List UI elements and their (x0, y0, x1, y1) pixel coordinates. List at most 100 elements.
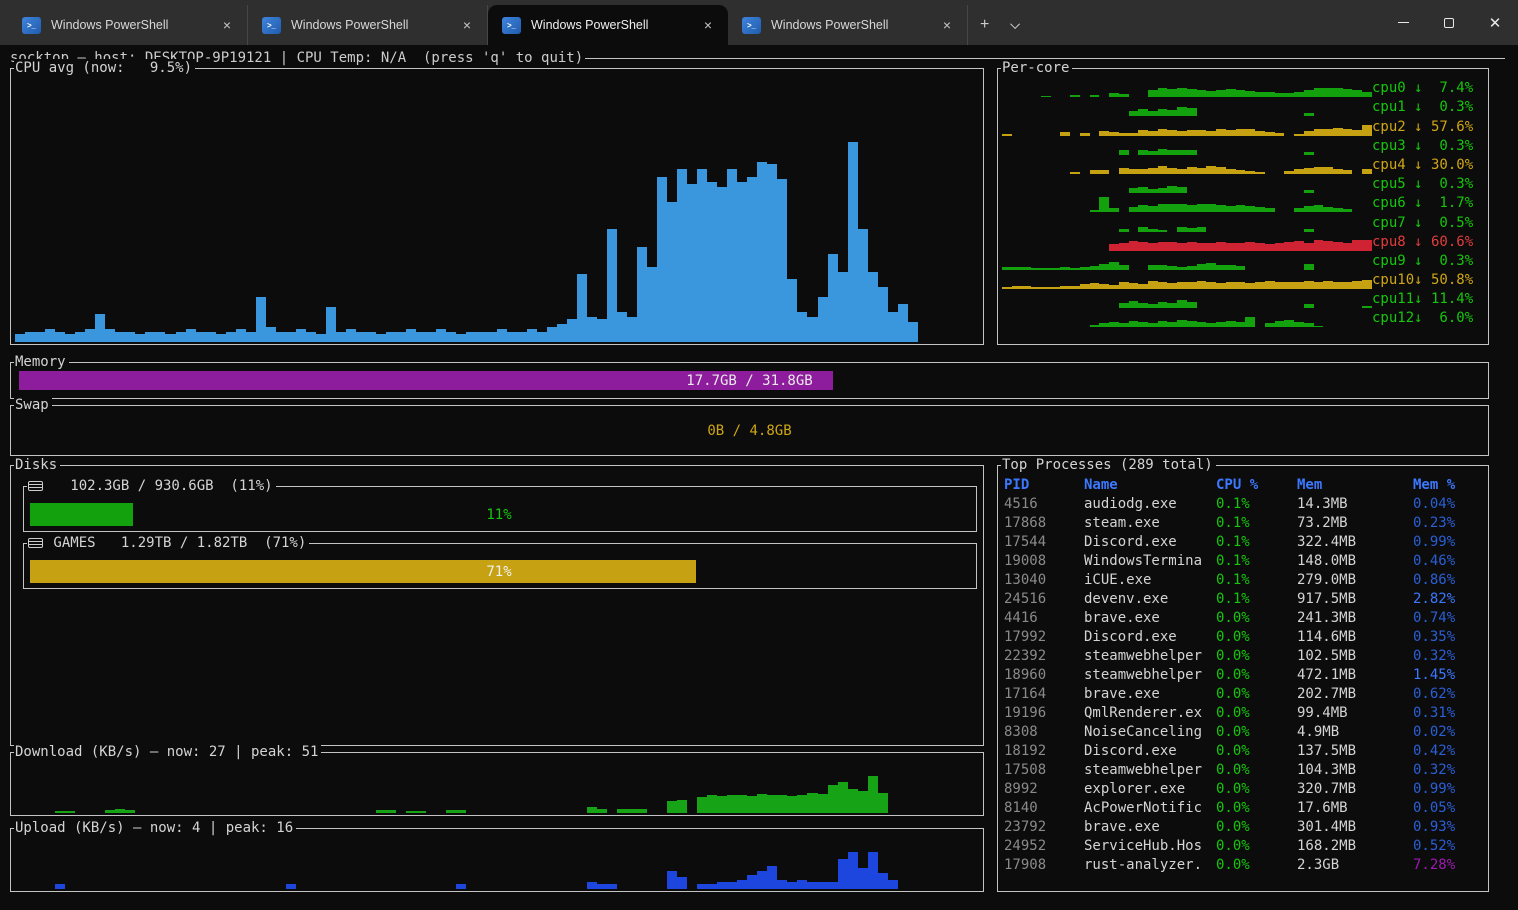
chart-bar (1236, 129, 1246, 136)
new-tab-button[interactable]: + (968, 5, 1001, 45)
powershell-icon: >_ (742, 17, 761, 34)
chart-bar (777, 880, 787, 889)
chart-bar (206, 332, 216, 342)
minimize-button[interactable] (1380, 0, 1426, 45)
process-table-body: 4516audiodg.exe0.1%14.3MB0.04%17868steam… (1004, 495, 1483, 875)
chart-bar (1177, 300, 1187, 308)
chart-bar (1138, 109, 1148, 116)
chart-bar (828, 254, 838, 342)
tab-windows-powershell-4[interactable]: >_Windows PowerShell× (728, 5, 968, 45)
chart-bar (868, 852, 878, 889)
process-mem-percent: 0.23% (1413, 514, 1483, 533)
disk-c-subpanel: 102.3GB / 930.6GB (11%) 11% (23, 486, 977, 532)
tab-close-button[interactable]: × (937, 17, 957, 33)
process-name: AcPowerNotific (1084, 799, 1216, 818)
chart-bar (677, 877, 687, 889)
cpu4-sparkline (1002, 155, 1372, 174)
process-pid: 8308 (1004, 723, 1084, 742)
tab-dropdown-button[interactable] (1001, 5, 1032, 45)
cpu8-sparkline (1002, 232, 1372, 251)
chart-bar (848, 789, 858, 813)
chart-bar (326, 307, 336, 342)
process-pid: 19008 (1004, 552, 1084, 571)
cpu10-sparkline (1002, 270, 1372, 289)
process-cpu-percent: 0.0% (1216, 628, 1297, 647)
process-name: steamwebhelper (1084, 647, 1216, 666)
chart-bar (1187, 167, 1197, 174)
process-row: 4416brave.exe0.0%241.3MB0.74% (1004, 609, 1483, 628)
tab-windows-powershell-2[interactable]: >_Windows PowerShell× (248, 5, 488, 45)
chart-bar (687, 184, 697, 342)
chart-bar (1197, 90, 1207, 97)
chart-bar (627, 809, 637, 813)
chart-bar (95, 314, 105, 342)
maximize-button[interactable] (1426, 0, 1472, 45)
chart-bar (1109, 262, 1119, 270)
chart-bar (1129, 321, 1139, 327)
per-core-rows: cpu0 ↓ 7.4%cpu1 ↓ 0.3%cpu2 ↓ 57.6%cpu3 ↓… (1002, 78, 1484, 340)
memory-gauge: 17.7GB / 31.8GB (19, 371, 1480, 390)
chart-bar (125, 332, 135, 342)
chart-bar (697, 169, 707, 342)
process-row: 17908rust-analyzer.0.0%2.3GB7.28% (1004, 856, 1483, 875)
chart-bar (1265, 281, 1275, 289)
chart-bar (737, 182, 747, 342)
chart-bar (767, 164, 777, 342)
process-pid: 4516 (1004, 495, 1084, 514)
close-button[interactable]: ✕ (1472, 0, 1518, 45)
powershell-icon: >_ (502, 17, 521, 34)
column-header-mem-: Mem % (1413, 476, 1483, 495)
chart-bar (336, 332, 346, 342)
chart-bar (1226, 243, 1236, 251)
chart-bar (1294, 322, 1304, 327)
chart-bar (1333, 282, 1343, 289)
process-cpu-percent: 0.0% (1216, 685, 1297, 704)
chart-bar (446, 810, 456, 813)
chart-bar (757, 794, 767, 813)
tab-windows-powershell-1[interactable]: >_Windows PowerShell× (8, 5, 248, 45)
chart-bar (1129, 301, 1139, 308)
chart-bar (1352, 240, 1362, 250)
chart-bar (717, 187, 727, 342)
chart-bar (858, 868, 868, 889)
tab-close-button[interactable]: × (217, 17, 237, 33)
download-chart (15, 765, 979, 813)
chart-bar (55, 332, 65, 342)
powershell-icon: >_ (262, 17, 281, 34)
tab-close-button[interactable]: × (698, 17, 718, 33)
chart-bar (1294, 241, 1304, 251)
chart-bar (1206, 243, 1216, 251)
chart-bar (316, 334, 326, 342)
process-mem-percent: 0.35% (1413, 628, 1483, 647)
process-row: 17868steam.exe0.1%73.2MB0.23% (1004, 514, 1483, 533)
disks-title: Disks (14, 456, 60, 474)
process-cpu-percent: 0.0% (1216, 856, 1297, 875)
cpu2-sparkline (1002, 117, 1372, 136)
process-row: 24516devenv.exe0.1%917.5MB2.82% (1004, 590, 1483, 609)
tab-windows-powershell-3[interactable]: >_Windows PowerShell× (488, 5, 728, 45)
chart-bar (1343, 243, 1353, 251)
chart-bar (1158, 282, 1168, 289)
chart-bar (898, 304, 908, 342)
chart-bar (55, 884, 65, 889)
tab-close-button[interactable]: × (457, 17, 477, 33)
cpu0-label: cpu0 ↓ 7.4% (1372, 79, 1484, 97)
process-name: audiodg.exe (1084, 495, 1216, 514)
chart-bar (797, 312, 807, 342)
process-mem: 73.2MB (1297, 514, 1413, 533)
chart-bar (707, 182, 717, 342)
chart-bar (838, 859, 848, 889)
process-name: WindowsTermina (1084, 552, 1216, 571)
process-row: 23792brave.exe0.0%301.4MB0.93% (1004, 818, 1483, 837)
chart-bar (286, 332, 296, 342)
process-pid: 17908 (1004, 856, 1084, 875)
chart-bar (607, 884, 617, 889)
chart-bar (1197, 281, 1207, 289)
process-name: Discord.exe (1084, 533, 1216, 552)
chart-bar (737, 795, 747, 813)
process-pid: 13040 (1004, 571, 1084, 590)
chart-bar (1167, 89, 1177, 97)
chart-bar (677, 800, 687, 813)
process-cpu-percent: 0.0% (1216, 818, 1297, 837)
process-pid: 17868 (1004, 514, 1084, 533)
